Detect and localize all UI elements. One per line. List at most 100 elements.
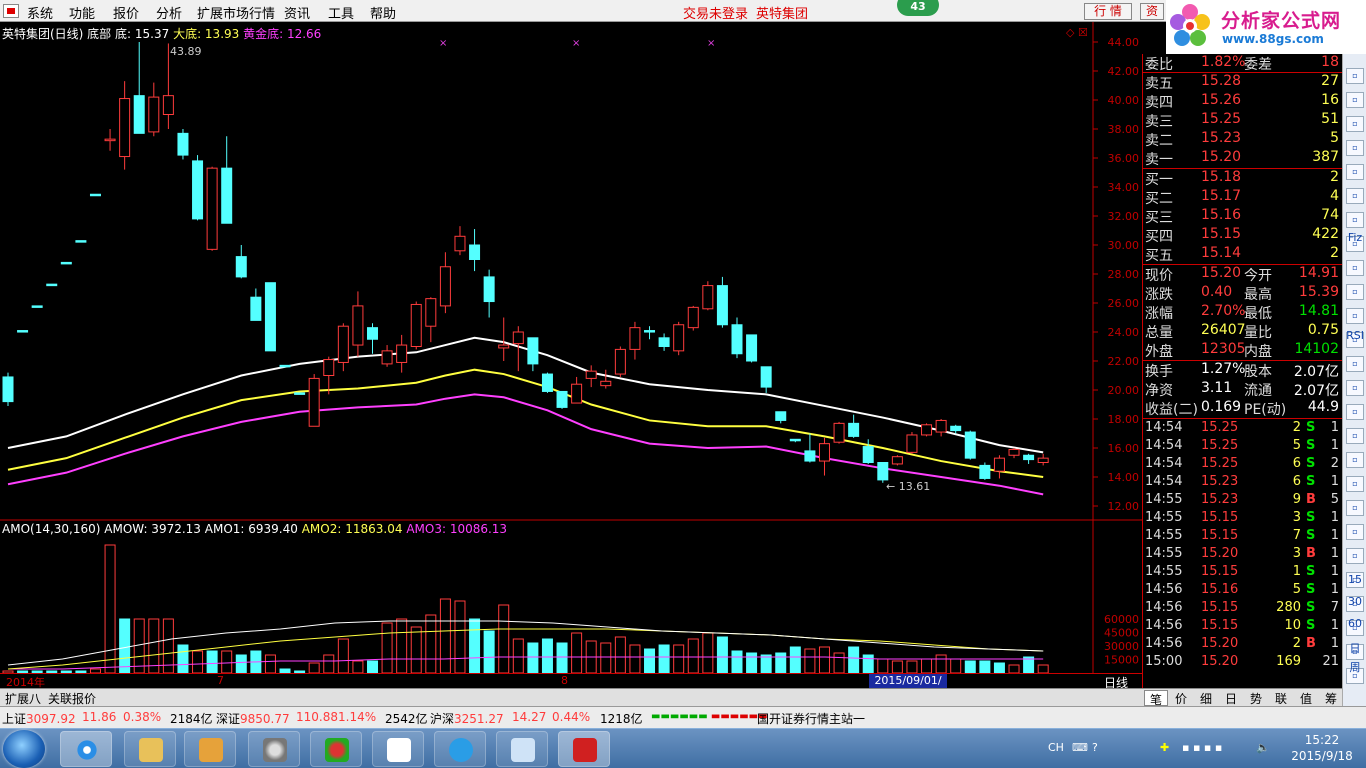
candle[interactable] (775, 411, 787, 424)
toolbar-icon[interactable]: ▫ (1346, 284, 1364, 300)
candle[interactable] (833, 421, 845, 444)
toolbar-icon[interactable]: ▫ (1346, 116, 1364, 132)
candle[interactable] (177, 129, 189, 160)
toolbar-label[interactable]: Fiz (1346, 230, 1364, 246)
app-taskbar-icon[interactable] (434, 731, 486, 767)
candle[interactable] (906, 432, 918, 454)
chart-area[interactable]: 44.00 42.00 40.00 38.00 36.00 34.00 32.00 30.00… (0, 22, 1142, 685)
menu-analysis[interactable]: 分析 (156, 3, 182, 22)
info-button[interactable]: 资 (1140, 3, 1164, 20)
menu-quote[interactable]: 报价 (113, 3, 139, 22)
toolbar-icon[interactable]: ▫ (1346, 188, 1364, 204)
toolbar-icon[interactable]: ▫ (1346, 452, 1364, 468)
toolbar-icon[interactable]: ▫ (1346, 164, 1364, 180)
candle[interactable] (614, 346, 626, 377)
help-icon[interactable]: ? (1092, 741, 1098, 754)
candle[interactable] (381, 345, 393, 367)
menu-system[interactable]: 系统 (27, 3, 53, 22)
index-sh[interactable]: 上证3097.92 (2, 710, 76, 727)
candle[interactable] (89, 193, 101, 197)
toolbar-label[interactable]: 60 (1346, 616, 1364, 632)
candle[interactable] (789, 438, 801, 443)
toolbar-icon[interactable]: ▫ (1346, 140, 1364, 156)
candle[interactable] (425, 297, 437, 343)
quote-tab[interactable]: 值 (1294, 690, 1318, 706)
candle[interactable] (498, 317, 510, 362)
ime-icon[interactable]: ✚ (1160, 741, 1169, 754)
candle[interactable] (483, 269, 495, 318)
toolbar-icon[interactable]: ▫ (1346, 524, 1364, 540)
candle[interactable] (862, 439, 874, 464)
candle[interactable] (964, 430, 976, 460)
volume-icon[interactable]: 🔈 (1256, 741, 1270, 754)
toolbar-icon[interactable]: ▫ (1346, 356, 1364, 372)
document-taskbar-icon[interactable] (372, 731, 424, 767)
tab-extend-8[interactable]: 扩展八 (2, 690, 44, 706)
candle[interactable] (585, 365, 597, 388)
toolbar-icon[interactable]: ▫ (1346, 68, 1364, 84)
quote-tab[interactable]: 笔 (1144, 690, 1168, 707)
candle[interactable] (294, 392, 306, 395)
candle[interactable] (1008, 448, 1020, 459)
quote-tab[interactable]: 细 (1194, 690, 1218, 706)
candle[interactable] (804, 433, 816, 463)
candle[interactable] (439, 252, 451, 314)
explorer-taskbar-icon[interactable] (124, 731, 176, 767)
candle[interactable] (760, 366, 772, 393)
candle[interactable] (235, 245, 247, 279)
candle[interactable] (673, 321, 685, 356)
candle[interactable] (410, 301, 422, 350)
stock-app-taskbar-icon[interactable] (558, 731, 610, 767)
media-taskbar-icon[interactable] (184, 731, 236, 767)
candle[interactable] (133, 42, 145, 134)
tray-icon[interactable]: ▪ ▪ ▪ ▪ (1182, 741, 1222, 754)
chart-corner-icons[interactable]: ◇ ☒ (1066, 26, 1088, 39)
candle[interactable] (352, 291, 364, 357)
candle[interactable] (46, 283, 58, 287)
candle[interactable] (206, 166, 218, 251)
candle[interactable] (221, 136, 233, 224)
candle[interactable] (556, 390, 568, 409)
ie-taskbar-icon[interactable] (60, 731, 112, 767)
notification-badge[interactable]: 43 (897, 0, 939, 16)
toolbar-label[interactable]: RSI (1346, 328, 1364, 344)
index-hs[interactable]: 沪深3251.27 (430, 710, 504, 727)
start-button[interactable] (3, 730, 45, 768)
toolbar-icon[interactable]: ▫ (1346, 404, 1364, 420)
film-taskbar-icon[interactable] (248, 731, 300, 767)
menu-function[interactable]: 功能 (69, 3, 95, 22)
candle[interactable] (308, 374, 320, 427)
language-indicator[interactable]: CH (1048, 741, 1064, 754)
toolbar-icon[interactable]: ▫ (1346, 260, 1364, 276)
quote-tab[interactable]: 价 (1169, 690, 1193, 706)
candle[interactable] (979, 462, 991, 480)
candle[interactable] (1023, 453, 1035, 464)
candle[interactable] (512, 326, 524, 372)
candle[interactable] (848, 414, 860, 438)
toolbar-label[interactable]: 周 (1346, 660, 1364, 676)
menu-ext-market[interactable]: 扩展市场行情 (197, 3, 275, 22)
candle[interactable] (323, 356, 335, 395)
menu-tools[interactable]: 工具 (328, 3, 354, 22)
notepad-taskbar-icon[interactable] (496, 731, 548, 767)
toolbar-icon[interactable]: ▫ (1346, 308, 1364, 324)
tab-related-quote[interactable]: 关联报价 (45, 690, 99, 706)
candle[interactable] (687, 305, 699, 331)
menu-help[interactable]: 帮助 (370, 3, 396, 22)
quote-tab[interactable]: 联 (1269, 690, 1293, 706)
candle[interactable] (469, 229, 481, 272)
toolbar-icon[interactable]: ▫ (1346, 476, 1364, 492)
candle[interactable] (993, 455, 1005, 479)
site-url[interactable]: www.88gs.com (1222, 32, 1324, 46)
quote-tab[interactable]: 筹 (1319, 690, 1343, 706)
candle[interactable] (629, 321, 641, 360)
quote-tab[interactable]: 日 (1219, 690, 1243, 706)
quote-tab[interactable]: 势 (1244, 690, 1268, 706)
toolbar-label[interactable]: 30 (1346, 594, 1364, 610)
toolbar-icon[interactable]: ▫ (1346, 92, 1364, 108)
candle[interactable] (75, 240, 87, 243)
candle[interactable] (264, 282, 276, 352)
candle[interactable] (818, 437, 830, 476)
trade-status-link[interactable]: 交易未登录 (683, 3, 748, 22)
candle[interactable] (658, 333, 670, 351)
